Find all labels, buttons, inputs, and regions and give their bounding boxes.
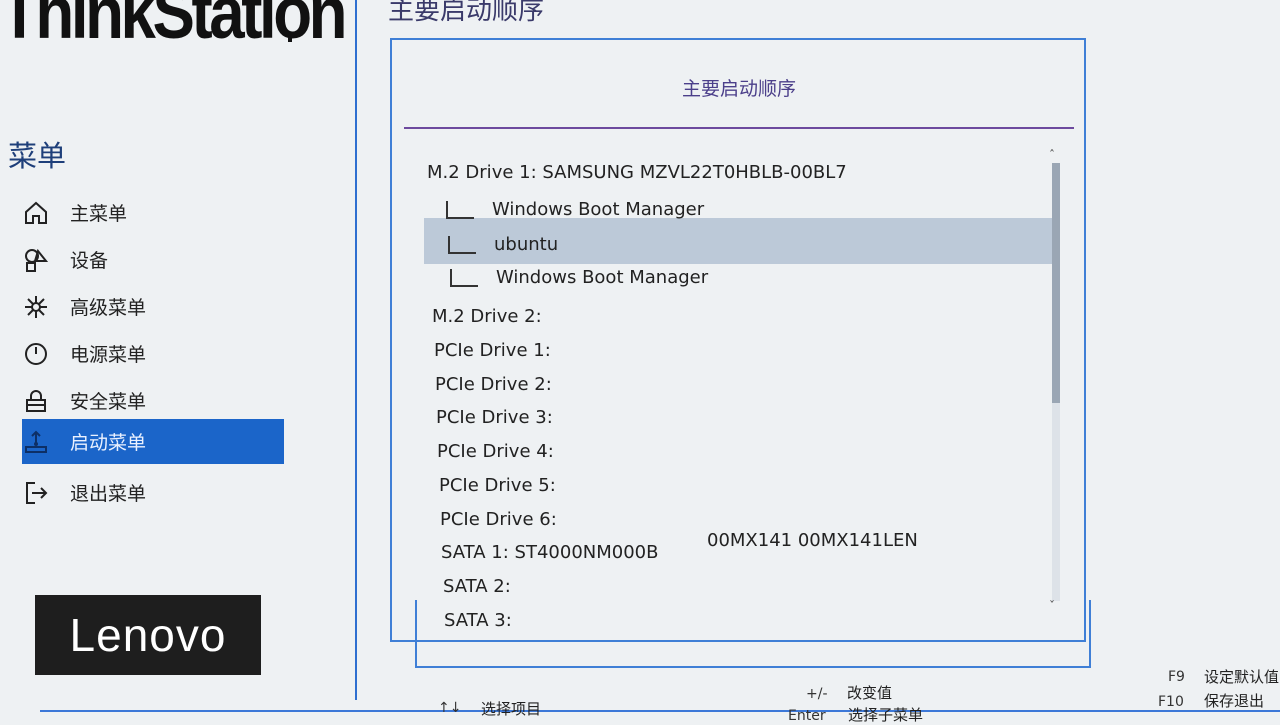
boot-entry[interactable]: SATA 3: [444,610,512,631]
lenovo-logo: Lenovo [35,595,261,675]
thinkstation-logo: ThinkStation [0,0,348,54]
change-value-hint: 改变值 [847,684,893,702]
logo-trademark-dot [288,38,292,42]
enter-submenu-hint: 选择子菜单 [848,706,924,724]
boot-entry[interactable]: PCIe Drive 5: [439,475,556,496]
arrow-keys-icon: ↑↓ [438,700,462,716]
tree-branch-icon [448,235,476,254]
sidebar-item-label: 设备 [70,250,109,272]
sidebar-item-security[interactable]: 安全菜单 [22,378,284,423]
boot-entry-label: Windows Boot Manager [492,199,705,220]
advanced-icon [22,293,50,321]
sidebar-item-devices[interactable]: 设备 [22,237,284,282]
boot-entry[interactable]: M.2 Drive 1: SAMSUNG MZVL22T0HBLB-00BL7 [427,162,847,183]
select-item-hint: 选择项目 [481,700,542,718]
boot-entry[interactable]: Windows Boot Manager [450,267,708,288]
lock-icon [22,387,50,415]
tree-branch-icon [446,200,474,219]
save-exit-hint: 保存退出 [1204,692,1265,710]
boot-entry[interactable]: Windows Boot Manager [446,199,704,220]
scroll-up-icon[interactable]: ˆ [1049,148,1055,162]
boot-entry[interactable]: PCIe Drive 4: [437,441,554,462]
f9-key: F9 [1168,669,1185,685]
boot-entry[interactable]: PCIe Drive 3: [436,407,553,428]
boot-entry-selected[interactable]: ubuntu [448,234,558,255]
sata-drive-model: 00MX141 00MX141LEN [707,530,918,551]
devices-icon [22,246,50,274]
boot-entry[interactable]: PCIe Drive 6: [440,509,557,530]
boot-entry[interactable]: SATA 2: [443,576,511,597]
scroll-down-icon[interactable]: ˇ [1049,599,1055,613]
plus-minus-key: +/- [806,686,828,702]
footer-divider [40,710,1280,712]
sidebar-item-label: 主菜单 [70,203,128,225]
sidebar-item-label: 退出菜单 [70,483,147,505]
boot-entry[interactable]: PCIe Drive 2: [435,374,552,395]
home-icon [22,199,50,227]
sidebar-item-power[interactable]: 电源菜单 [22,331,284,376]
sidebar-divider [355,0,357,700]
sidebar-item-advanced[interactable]: 高级菜单 [22,284,284,329]
power-icon [22,340,50,368]
boot-entry[interactable]: SATA 1: ST4000NM000B [441,542,658,563]
scrollbar-thumb[interactable] [1052,163,1060,403]
sidebar-item-label: 启动菜单 [70,432,147,454]
exit-icon [22,479,50,507]
tree-branch-icon [450,268,478,287]
sidebar-item-startup[interactable]: 启动菜单 [22,419,284,464]
sidebar-item-label: 安全菜单 [70,391,147,413]
enter-key: Enter [788,708,826,724]
startup-icon [22,428,50,456]
boot-entry[interactable]: M.2 Drive 2: [432,306,542,327]
sidebar-title: 菜单 [8,139,67,173]
panel-title: 主要启动顺序 [682,78,797,100]
f10-key: F10 [1158,694,1184,710]
page-title: 主要启动顺序 [388,0,545,26]
sidebar-item-main[interactable]: 主菜单 [22,190,284,235]
sidebar-item-label: 高级菜单 [70,297,147,319]
panel-title-divider [404,127,1074,129]
sidebar-item-exit[interactable]: 退出菜单 [22,470,284,515]
boot-entry[interactable]: PCIe Drive 1: [434,340,551,361]
load-defaults-hint: 设定默认值 [1204,668,1280,686]
boot-entry-label: Windows Boot Manager [496,267,709,288]
boot-entry-label: ubuntu [494,234,559,255]
sidebar-item-label: 电源菜单 [70,344,147,366]
